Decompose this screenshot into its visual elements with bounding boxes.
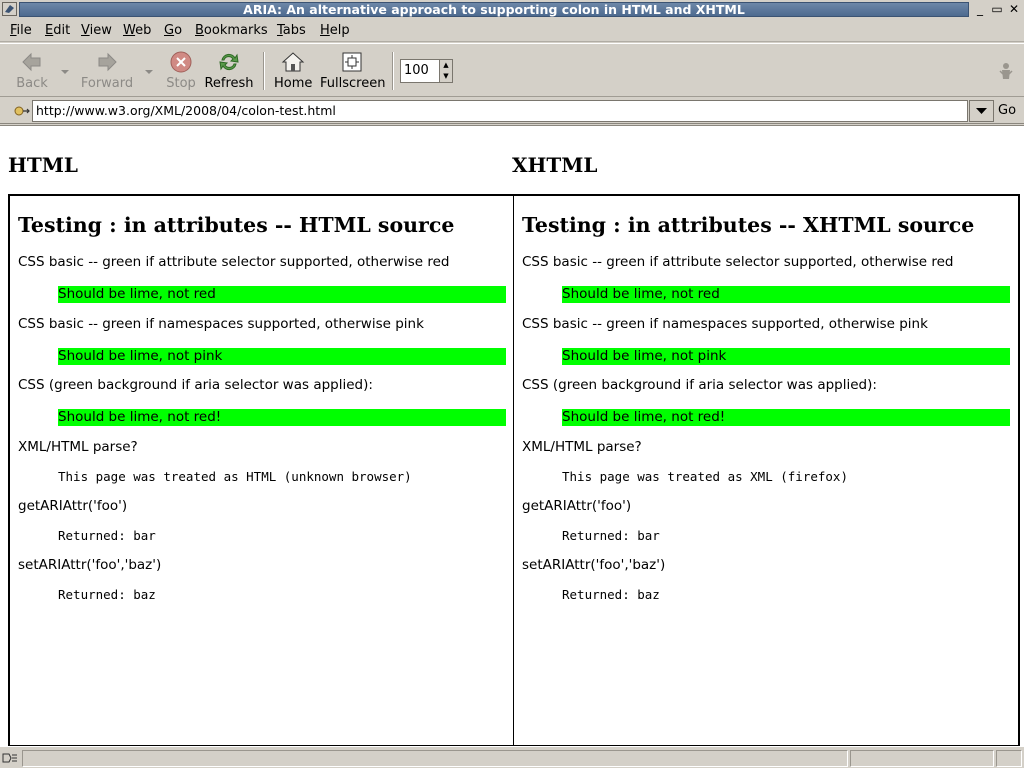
security-status <box>996 750 1022 767</box>
stop-button[interactable]: Stop <box>164 50 198 91</box>
html-frame-title: Testing : in attributes -- HTML source <box>18 213 455 237</box>
app-menu-icon[interactable] <box>2 2 17 16</box>
get-attr-result: Returned: bar <box>58 528 156 543</box>
css-aria-result: Should be lime, not red! <box>58 409 506 426</box>
home-icon <box>281 52 305 72</box>
close-icon[interactable]: ✕ <box>1006 2 1022 17</box>
maximize-icon[interactable]: ▭ <box>989 2 1005 17</box>
url-history-button[interactable] <box>969 100 994 122</box>
set-attr-result: Returned: baz <box>562 587 660 602</box>
minimize-icon[interactable]: _ <box>972 2 988 17</box>
forward-button[interactable]: Forward <box>80 50 134 91</box>
back-button[interactable]: Back <box>14 50 50 91</box>
get-attr-result: Returned: bar <box>562 528 660 543</box>
refresh-button[interactable]: Refresh <box>204 50 254 91</box>
connection-icon <box>2 753 17 763</box>
toolbar-separator <box>263 52 265 90</box>
css-ns-label: CSS basic -- green if namespaces support… <box>18 316 424 332</box>
set-attr-label: setARIAttr('foo','baz') <box>522 557 666 573</box>
menu-web[interactable]: Web <box>123 23 151 39</box>
refresh-icon <box>219 53 239 71</box>
zoom-down-icon[interactable]: ▼ <box>440 71 452 82</box>
page-content: HTML XHTML Testing : in attributes -- HT… <box>0 125 1024 747</box>
xhtml-frame-title: Testing : in attributes -- XHTML source <box>522 213 975 237</box>
url-input[interactable]: http://www.w3.org/XML/2008/04/colon-test… <box>32 100 968 122</box>
menu-edit[interactable]: Edit <box>45 23 70 39</box>
chevron-down-icon <box>976 108 987 114</box>
stop-icon <box>170 51 192 73</box>
fullscreen-button[interactable]: Fullscreen <box>320 50 385 91</box>
zoom-input[interactable]: 100 <box>400 59 440 83</box>
css-attr-result: Should be lime, not red <box>58 286 506 303</box>
parse-result: This page was treated as HTML (unknown b… <box>58 469 412 484</box>
css-attr-label: CSS basic -- green if attribute selector… <box>18 254 450 270</box>
xhtml-column-heading: XHTML <box>512 153 598 177</box>
css-attr-result: Should be lime, not red <box>562 286 1010 303</box>
parse-label: XML/HTML parse? <box>18 439 138 455</box>
status-text <box>22 750 848 767</box>
zoom-up-icon[interactable]: ▲ <box>440 60 452 71</box>
menu-go[interactable]: Go <box>164 23 182 39</box>
menu-tabs[interactable]: Tabs <box>277 23 306 39</box>
css-aria-label: CSS (green background if aria selector w… <box>18 377 373 393</box>
navigation-toolbar: Back Forward Stop Refresh Home Fullscree… <box>0 43 1024 97</box>
get-attr-label: getARIAttr('foo') <box>18 498 128 514</box>
right-arrow-icon <box>98 52 117 72</box>
css-ns-label: CSS basic -- green if namespaces support… <box>522 316 928 332</box>
zoom-stepper[interactable]: ▲ ▼ <box>439 59 453 83</box>
status-bar <box>0 746 1024 768</box>
html-test-frame: Testing : in attributes -- HTML source C… <box>8 194 514 747</box>
menu-view[interactable]: View <box>81 23 112 39</box>
set-attr-result: Returned: baz <box>58 587 156 602</box>
forward-history-chevron-down-icon[interactable] <box>144 69 154 75</box>
left-arrow-icon <box>22 52 41 72</box>
html-column-heading: HTML <box>8 153 78 177</box>
go-button[interactable]: Go <box>998 103 1016 118</box>
menu-bar: File Edit View Web Go Bookmarks Tabs Hel… <box>0 20 1024 42</box>
get-attr-label: getARIAttr('foo') <box>522 498 632 514</box>
set-attr-label: setARIAttr('foo','baz') <box>18 557 162 573</box>
menu-help[interactable]: Help <box>320 23 350 39</box>
toolbar-separator <box>392 52 394 90</box>
throbber-icon <box>999 63 1013 79</box>
home-button[interactable]: Home <box>274 50 312 91</box>
css-aria-result: Should be lime, not red! <box>562 409 1010 426</box>
parse-label: XML/HTML parse? <box>522 439 642 455</box>
progress-bar <box>850 750 994 767</box>
css-attr-label: CSS basic -- green if attribute selector… <box>522 254 954 270</box>
title-bar: ARIA: An alternative approach to support… <box>0 0 1024 19</box>
css-aria-label: CSS (green background if aria selector w… <box>522 377 877 393</box>
xhtml-test-frame: Testing : in attributes -- XHTML source … <box>513 194 1020 747</box>
location-bar: http://www.w3.org/XML/2008/04/colon-test… <box>0 98 1024 124</box>
css-ns-result: Should be lime, not pink <box>58 348 506 365</box>
menu-file[interactable]: File <box>10 23 32 39</box>
back-history-chevron-down-icon[interactable] <box>60 69 70 75</box>
parse-result: This page was treated as XML (firefox) <box>562 469 848 484</box>
fullscreen-icon <box>342 52 362 72</box>
css-ns-result: Should be lime, not pink <box>562 348 1010 365</box>
menu-bookmarks[interactable]: Bookmarks <box>195 23 268 39</box>
window-title: ARIA: An alternative approach to support… <box>19 2 969 17</box>
site-page-icon <box>14 106 30 116</box>
